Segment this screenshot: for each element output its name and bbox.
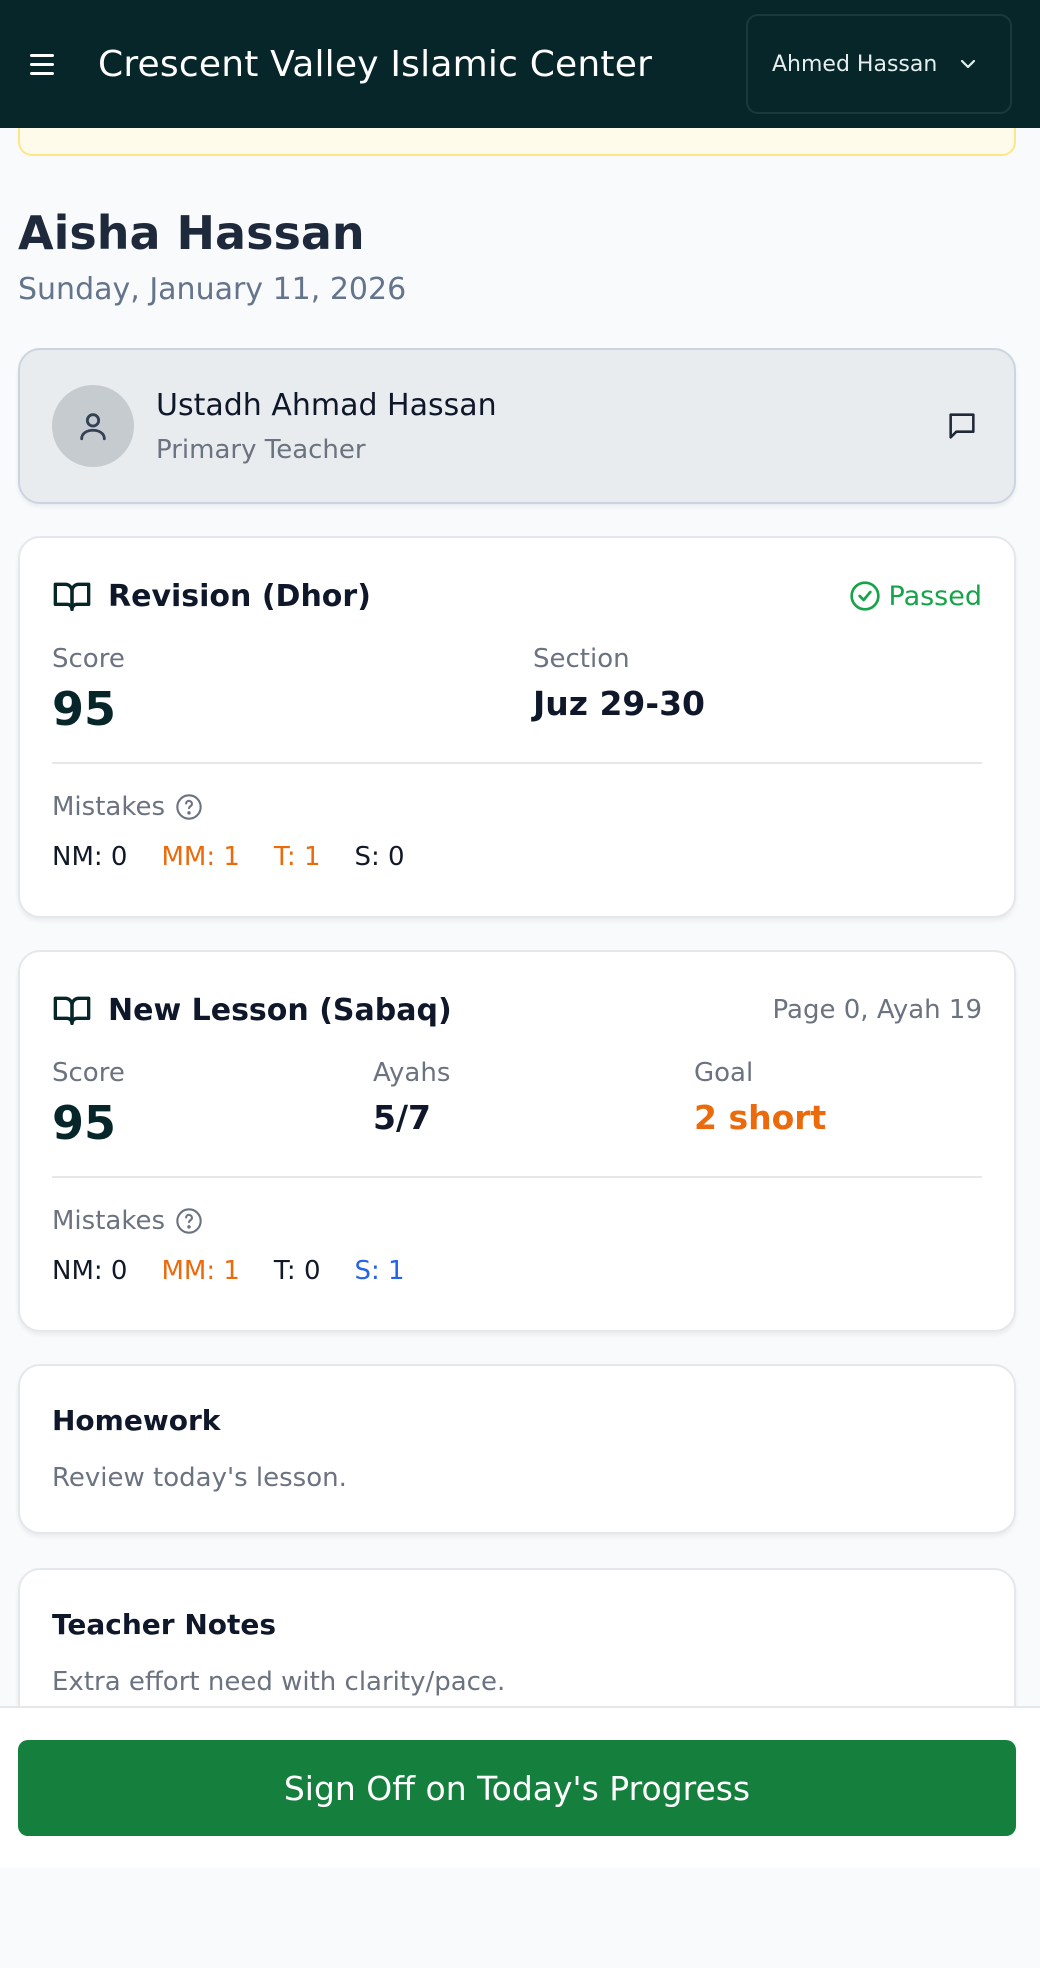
homework-body: Review today's lesson. (52, 1463, 347, 1493)
revision-section: Juz 29-30 (533, 684, 706, 723)
homework-card: Homework Review today's lesson. (18, 1364, 1016, 1534)
mistake-nm: NM: 0 (52, 842, 128, 872)
revision-card: Revision (Dhor) Passed Score 95 Section … (18, 536, 1016, 918)
notes-body: Extra effort need with clarity/pace. (52, 1667, 506, 1697)
mistakes-list: NM: 0 MM: 1 T: 0 S: 1 (52, 1256, 982, 1286)
book-open-icon (53, 582, 91, 611)
notice-banner (18, 128, 1016, 156)
book-open-icon (53, 996, 91, 1025)
message-icon (949, 413, 975, 439)
section-label: Section (533, 644, 630, 674)
app-title: Crescent Valley Islamic Center (98, 43, 653, 85)
chevron-down-icon (960, 59, 976, 69)
status-badge: Passed (849, 580, 983, 612)
score-label: Score (52, 1058, 125, 1088)
page-reference: Page 0, Ayah 19 (772, 995, 982, 1025)
homework-title: Homework (52, 1404, 221, 1437)
divider (52, 1176, 982, 1178)
mistakes-list: NM: 0 MM: 1 T: 1 S: 0 (52, 842, 982, 872)
mistake-t: T: 0 (273, 1256, 321, 1286)
teacher-name: Ustadh Ahmad Hassan (156, 387, 497, 423)
sign-off-button[interactable]: Sign Off on Today's Progress (18, 1740, 1016, 1836)
help-circle-icon[interactable] (175, 1207, 203, 1235)
user-name: Ahmed Hassan (772, 51, 938, 77)
user-icon (80, 413, 106, 441)
mistakes-label: Mistakes (52, 792, 166, 822)
report-date: Sunday, January 11, 2026 (18, 272, 407, 307)
teacher-card: Ustadh Ahmad Hassan Primary Teacher (18, 348, 1016, 504)
score-label: Score (52, 644, 125, 674)
notes-title: Teacher Notes (52, 1608, 277, 1641)
mistake-s: S: 1 (354, 1256, 405, 1286)
mistakes-heading: Mistakes (52, 1206, 982, 1236)
divider (52, 762, 982, 764)
help-circle-icon[interactable] (175, 793, 203, 821)
mistake-s: S: 0 (354, 842, 405, 872)
user-account-dropdown[interactable]: Ahmed Hassan (746, 14, 1012, 114)
ayahs-label: Ayahs (373, 1058, 451, 1088)
revision-title: Revision (Dhor) (108, 578, 371, 614)
student-name: Aisha Hassan (18, 206, 365, 260)
mistake-nm: NM: 0 (52, 1256, 128, 1286)
teacher-role: Primary Teacher (156, 434, 366, 465)
goal-label: Goal (694, 1058, 754, 1088)
mistake-t: T: 1 (273, 842, 321, 872)
status-text: Passed (888, 580, 983, 612)
mistakes-label: Mistakes (52, 1206, 166, 1236)
lesson-goal: 2 short (694, 1098, 827, 1137)
mistake-mm: MM: 1 (161, 842, 240, 872)
check-circle-icon (849, 581, 880, 611)
lesson-ayahs: 5/7 (373, 1098, 431, 1137)
menu-icon[interactable] (24, 46, 60, 82)
revision-score: 95 (52, 682, 117, 736)
mistake-mm: MM: 1 (161, 1256, 240, 1286)
avatar (52, 385, 134, 467)
mistakes-heading: Mistakes (52, 792, 982, 822)
new-lesson-card: New Lesson (Sabaq) Page 0, Ayah 19 Score… (18, 950, 1016, 1332)
bottom-action-bar: Sign Off on Today's Progress (0, 1706, 1040, 1868)
lesson-score: 95 (52, 1096, 117, 1150)
message-teacher-button[interactable] (942, 406, 982, 446)
top-app-bar: Crescent Valley Islamic Center Ahmed Has… (0, 0, 1040, 128)
lesson-title: New Lesson (Sabaq) (108, 992, 452, 1028)
